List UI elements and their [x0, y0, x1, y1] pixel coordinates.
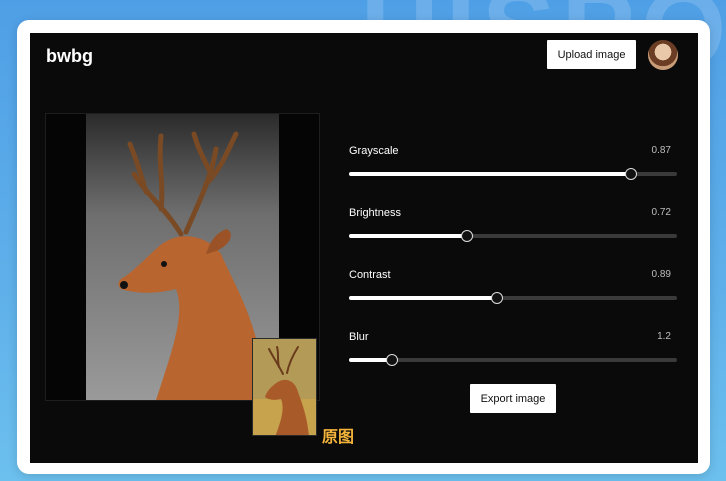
slider-fill [349, 296, 497, 300]
slider-thumb[interactable] [490, 292, 503, 304]
slider-label: Contrast [349, 269, 391, 281]
user-avatar[interactable] [648, 40, 678, 70]
slider-value: 0.89 [651, 269, 671, 280]
slider-value: 0.72 [651, 207, 671, 218]
upload-image-button[interactable]: Upload image [547, 40, 636, 69]
slider-track[interactable] [349, 168, 677, 180]
app-window: bwbg Upload image 原图 Grayscale 0.87 Brig… [30, 33, 698, 463]
original-label: 原图 [322, 427, 355, 446]
slider-thumb[interactable] [625, 168, 638, 180]
deer-thumbnail-image [253, 339, 316, 435]
slider-thumb[interactable] [461, 230, 474, 242]
export-image-button[interactable]: Export image [470, 384, 556, 413]
brand-logo: bwbg [46, 46, 93, 66]
brightness-slider[interactable]: Brightness 0.72 [349, 207, 677, 247]
slider-fill [349, 172, 632, 176]
slider-track[interactable] [349, 354, 677, 366]
grayscale-slider[interactable]: Grayscale 0.87 [349, 145, 677, 185]
slider-value: 0.87 [651, 145, 671, 156]
deer-preview-image [86, 114, 279, 400]
slider-label: Brightness [349, 207, 401, 219]
slider-fill [349, 234, 468, 238]
slider-label: Grayscale [349, 145, 399, 157]
original-thumbnail[interactable] [252, 338, 317, 436]
slider-track[interactable] [349, 292, 677, 304]
contrast-slider[interactable]: Contrast 0.89 [349, 269, 677, 309]
blur-slider[interactable]: Blur 1.2 [349, 331, 677, 371]
slider-value: 1.2 [657, 331, 671, 342]
slider-thumb[interactable] [385, 354, 398, 366]
slider-label: Blur [349, 331, 369, 343]
slider-track[interactable] [349, 230, 677, 242]
